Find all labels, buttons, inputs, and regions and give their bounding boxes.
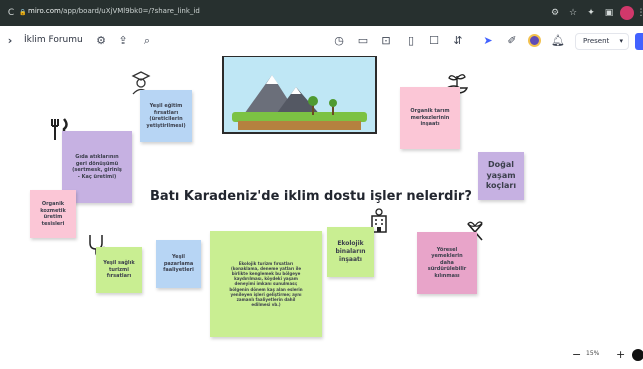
sticky-text: Ekolojik binaların inşaatı [335,240,366,263]
board-toolbar: › İklim Forumu ⚙ ⇪ ⌕ ◷ ▭ ⊡ ▯ ☐ ⇵ ➤ ✐ 🔔︎ … [0,26,643,56]
sticky-organik-tarim[interactable]: Organik tarım merkezlerinin inşaatı [400,87,460,149]
zoom-controls: − 15% + [570,346,643,364]
window-icon[interactable]: ▣ [602,6,616,20]
sticky-yesil-egitim[interactable]: Yeşil eğitim fırsatları (üreticilerin yetiş… [140,90,192,142]
sticky-text: Organik tarım merkezlerinin inşaatı [410,108,450,128]
sticky-text: Ekolojik turizm fırsatları (konaklama, de… [229,260,303,308]
more-tools-icon[interactable]: ⇵ [450,33,466,49]
notes-icon[interactable]: ☐ [426,33,442,49]
zoom-out-button[interactable]: − [572,346,581,364]
browser-menu-icon[interactable]: ⋮ [634,6,643,20]
board-title[interactable]: İklim Forumu [24,35,83,45]
chevron-down-icon: ▾ [619,37,623,45]
reactions-icon[interactable]: ✐ [504,33,520,49]
sticky-text: Organik kozmetik üretim tesisleri [40,201,66,227]
star-icon[interactable]: ☆ [566,6,580,20]
settings-extension-icon[interactable]: ⚙ [548,6,562,20]
cursor-icon[interactable]: ➤ [480,33,496,49]
sticky-yesil-pazarlama[interactable]: Yeşil pazarlama faaliyetleri [156,240,201,288]
url-path: /app/board/uXjVMl9bk0=/?share_link_id [60,7,200,15]
sticky-ekolojik-turizm[interactable]: Ekolojik turizm fırsatları (konaklama, de… [210,231,322,337]
sticky-text: Yeşil pazarlama faaliyetleri [163,254,194,274]
search-icon[interactable]: ⌕ [139,33,155,49]
browser-chrome: C 🔒 miro.com/app/board/uXjVMl9bk0=/?shar… [0,0,643,26]
gear-icon[interactable]: ⚙ [93,33,109,49]
sticky-ekolojik-binalar[interactable]: Ekolojik binaların inşaatı [327,227,374,277]
timer-icon[interactable]: ◷ [331,33,347,49]
focus-icon[interactable]: ⊡ [378,33,394,49]
url-host: miro.com [28,7,61,15]
chevron-left-icon[interactable]: › [2,33,18,49]
sticky-yesil-saglik[interactable]: Yeşil sağlık turizmi fırsatları [96,247,142,293]
sticky-text: Doğal yaşam koçları [485,160,517,191]
landscape-image[interactable] [222,56,377,134]
share-button[interactable] [635,33,643,50]
profile-avatar[interactable] [620,6,634,20]
sticky-text: Yeşil eğitim fırsatları (üreticilerin yetiş… [146,103,186,129]
present-label: Present [583,37,610,45]
sticky-dogal-yasam[interactable]: Doğal yaşam koçları [478,152,524,200]
zoom-level[interactable]: 15% [586,350,599,357]
help-button[interactable] [632,349,643,361]
landscape-illustration [224,57,375,132]
sticky-text: Yöresel yemeklerin daha sürdürülebilir kılın… [427,246,467,279]
zoom-in-button[interactable]: + [616,346,625,364]
bell-icon[interactable]: 🔔︎ [550,33,566,49]
user-avatar[interactable] [526,33,542,49]
sticky-yoresel-yemekler[interactable]: Yöresel yemeklerin daha sürdürülebilir kılın… [417,232,477,294]
board-canvas[interactable]: Batı Karadeniz'de iklim dostu işler nele… [0,56,643,369]
board-headline[interactable]: Batı Karadeniz'de iklim dostu işler nele… [150,189,472,204]
sticky-organik-kozmetik[interactable]: Organik kozmetik üretim tesisleri [30,190,76,238]
sticky-text: Yeşil sağlık turizmi fırsatları [103,260,135,280]
screen-icon[interactable]: ▭ [355,33,371,49]
upload-icon[interactable]: ⇪ [115,33,131,49]
sticky-text: Gıda atıklarının geri dönüşümü (sertmesk, … [72,154,122,180]
address-bar[interactable]: miro.com/app/board/uXjVMl9bk0=/?share_li… [28,7,448,20]
extensions-icon[interactable]: ✦ [584,6,598,20]
present-button[interactable]: Present ▾ [575,33,629,50]
frames-icon[interactable]: ▯ [403,33,419,49]
